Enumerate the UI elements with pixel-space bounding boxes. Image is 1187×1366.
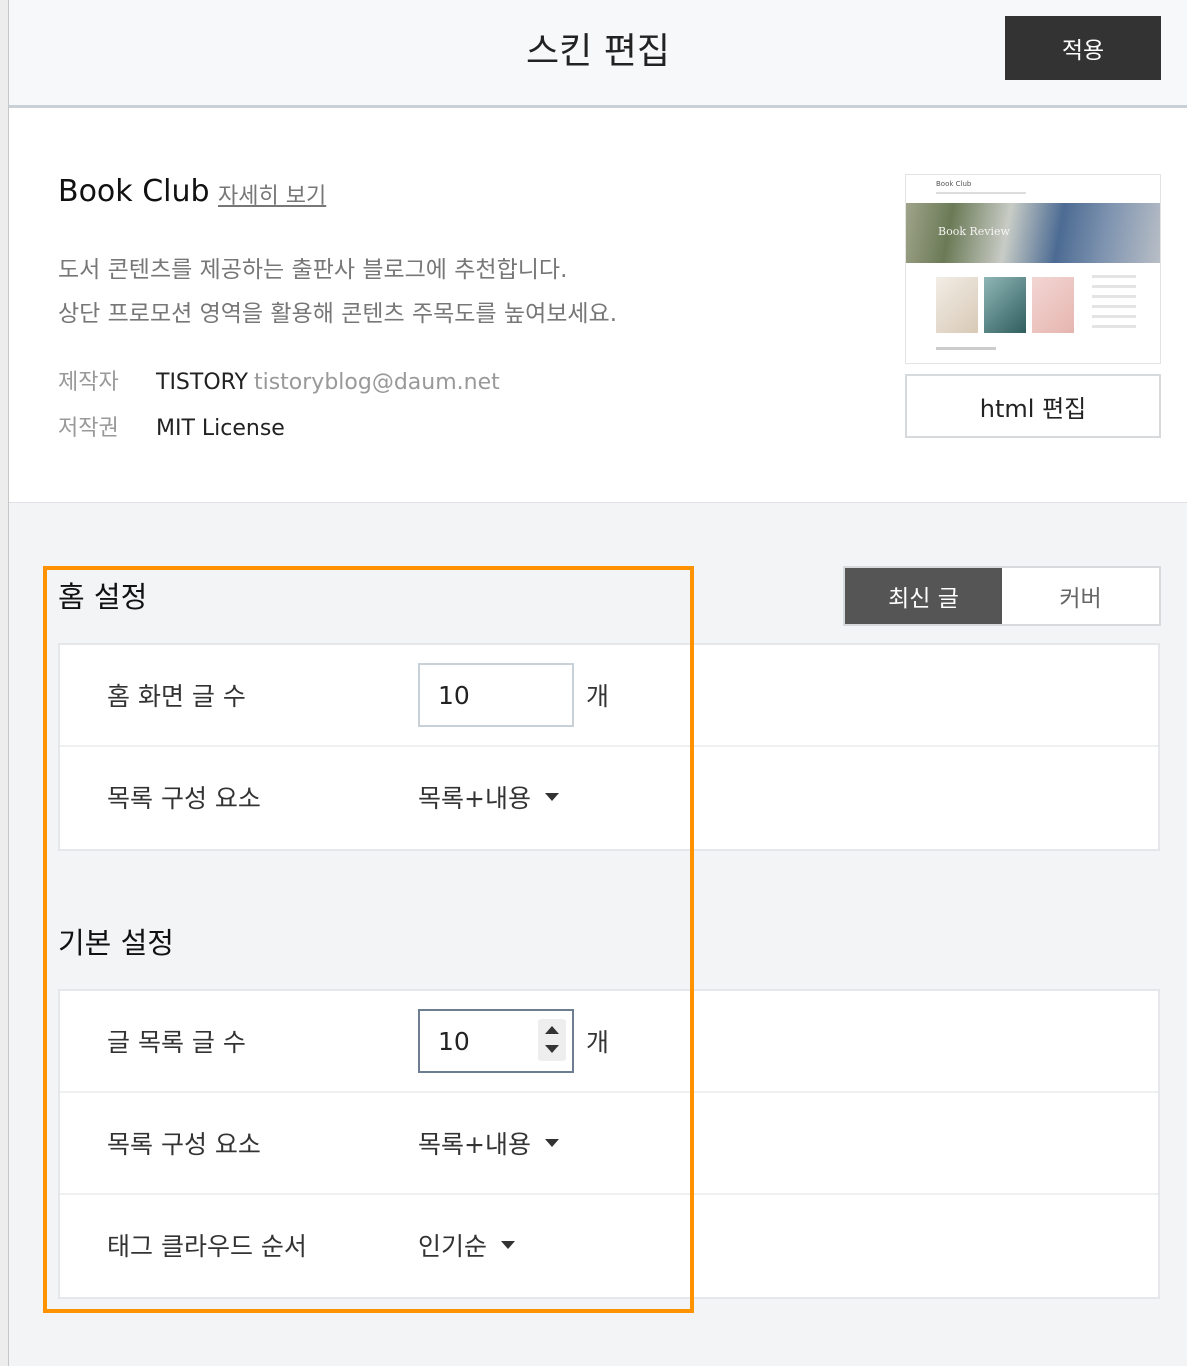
- settings-row: 목록 구성 요소 목록+내용: [60, 747, 1158, 849]
- preview-book-cover: [984, 277, 1026, 333]
- settings-row: 목록 구성 요소 목록+내용: [60, 1093, 1158, 1195]
- tab-latest-posts[interactable]: 최신 글: [845, 568, 1002, 624]
- detail-link[interactable]: 자세히 보기: [218, 178, 326, 210]
- select-value: 목록+내용: [418, 1130, 531, 1159]
- unit-label: 개: [586, 682, 610, 711]
- page-header: 스킨 편집 적용: [9, 0, 1187, 108]
- tag-cloud-order-select[interactable]: 인기순: [418, 1227, 516, 1263]
- select-value: 목록+내용: [418, 784, 531, 813]
- skin-preview-thumbnail: Book Club Book Review: [905, 174, 1161, 364]
- skin-name: Book Club: [58, 174, 210, 209]
- left-edge-divider: [0, 0, 9, 1366]
- preview-books: [936, 277, 1074, 333]
- spin-up-icon[interactable]: [545, 1026, 559, 1034]
- license-row: 저작권 MIT License: [58, 410, 285, 442]
- spin-down-icon[interactable]: [545, 1045, 559, 1053]
- caret-down-icon: [544, 1139, 559, 1147]
- html-edit-button[interactable]: html 편집: [905, 374, 1161, 438]
- home-settings-title: 홈 설정: [58, 580, 148, 614]
- basic-list-component-label: 목록 구성 요소: [107, 1130, 261, 1159]
- description-line: 도서 콘텐츠를 제공하는 출판사 블로그에 추천합니다.: [58, 257, 568, 283]
- settings-row: 글 목록 글 수 개: [60, 991, 1158, 1093]
- select-value: 인기순: [418, 1232, 488, 1261]
- home-list-component-select[interactable]: 목록+내용: [418, 779, 559, 815]
- author-name: TISTORY: [156, 370, 248, 395]
- basic-settings-title: 기본 설정: [58, 926, 174, 960]
- list-post-count-label: 글 목록 글 수: [107, 1028, 246, 1057]
- settings-row: 홈 화면 글 수 개: [60, 645, 1158, 747]
- tag-cloud-order-label: 태그 클라우드 순서: [107, 1232, 307, 1261]
- basic-settings-panel: 글 목록 글 수 개 목록 구성 요소 목록+내용 태그 클라우드 순서 인기순: [58, 989, 1160, 1299]
- author-label: 제작자: [58, 370, 119, 395]
- home-post-count-input[interactable]: [418, 663, 574, 727]
- skin-info-panel: Book Club 자세히 보기 도서 콘텐츠를 제공하는 출판사 블로그에 추…: [9, 108, 1187, 503]
- preview-footer: [936, 347, 996, 350]
- preview-book-cover: [936, 277, 978, 333]
- basic-list-component-select[interactable]: 목록+내용: [418, 1125, 559, 1161]
- caret-down-icon: [501, 1241, 516, 1249]
- settings-row: 태그 클라우드 순서 인기순: [60, 1195, 1158, 1297]
- unit-label: 개: [586, 1028, 610, 1057]
- home-type-tabs: 최신 글 커버: [843, 566, 1161, 626]
- preview-banner: Book Review: [906, 203, 1160, 263]
- apply-button[interactable]: 적용: [1005, 16, 1161, 80]
- preview-book-cover: [1032, 277, 1074, 333]
- number-spinner[interactable]: [538, 1019, 566, 1061]
- preview-topbar: Book Club: [906, 175, 1160, 203]
- author-email: tistoryblog@daum.net: [253, 370, 500, 395]
- home-settings-panel: 홈 화면 글 수 개 목록 구성 요소 목록+내용: [58, 643, 1160, 851]
- author-row: 제작자 TISTORY tistoryblog@daum.net: [58, 364, 500, 396]
- home-list-component-label: 목록 구성 요소: [107, 784, 261, 813]
- description-line: 상단 프로모션 영역을 활용해 콘텐츠 주목도를 높여보세요.: [58, 301, 618, 327]
- preview-banner-text: Book Review: [938, 225, 1010, 238]
- tab-cover[interactable]: 커버: [1002, 568, 1159, 624]
- license-label: 저작권: [58, 416, 119, 441]
- license-value: MIT License: [156, 416, 285, 441]
- preview-site-title: Book Club: [936, 180, 972, 188]
- skin-description: 도서 콘텐츠를 제공하는 출판사 블로그에 추천합니다. 상단 프로모션 영역을…: [58, 248, 617, 336]
- preview-nav: [936, 192, 1026, 194]
- home-post-count-label: 홈 화면 글 수: [107, 682, 246, 711]
- preview-sidebar: [1092, 275, 1136, 335]
- caret-down-icon: [544, 793, 559, 801]
